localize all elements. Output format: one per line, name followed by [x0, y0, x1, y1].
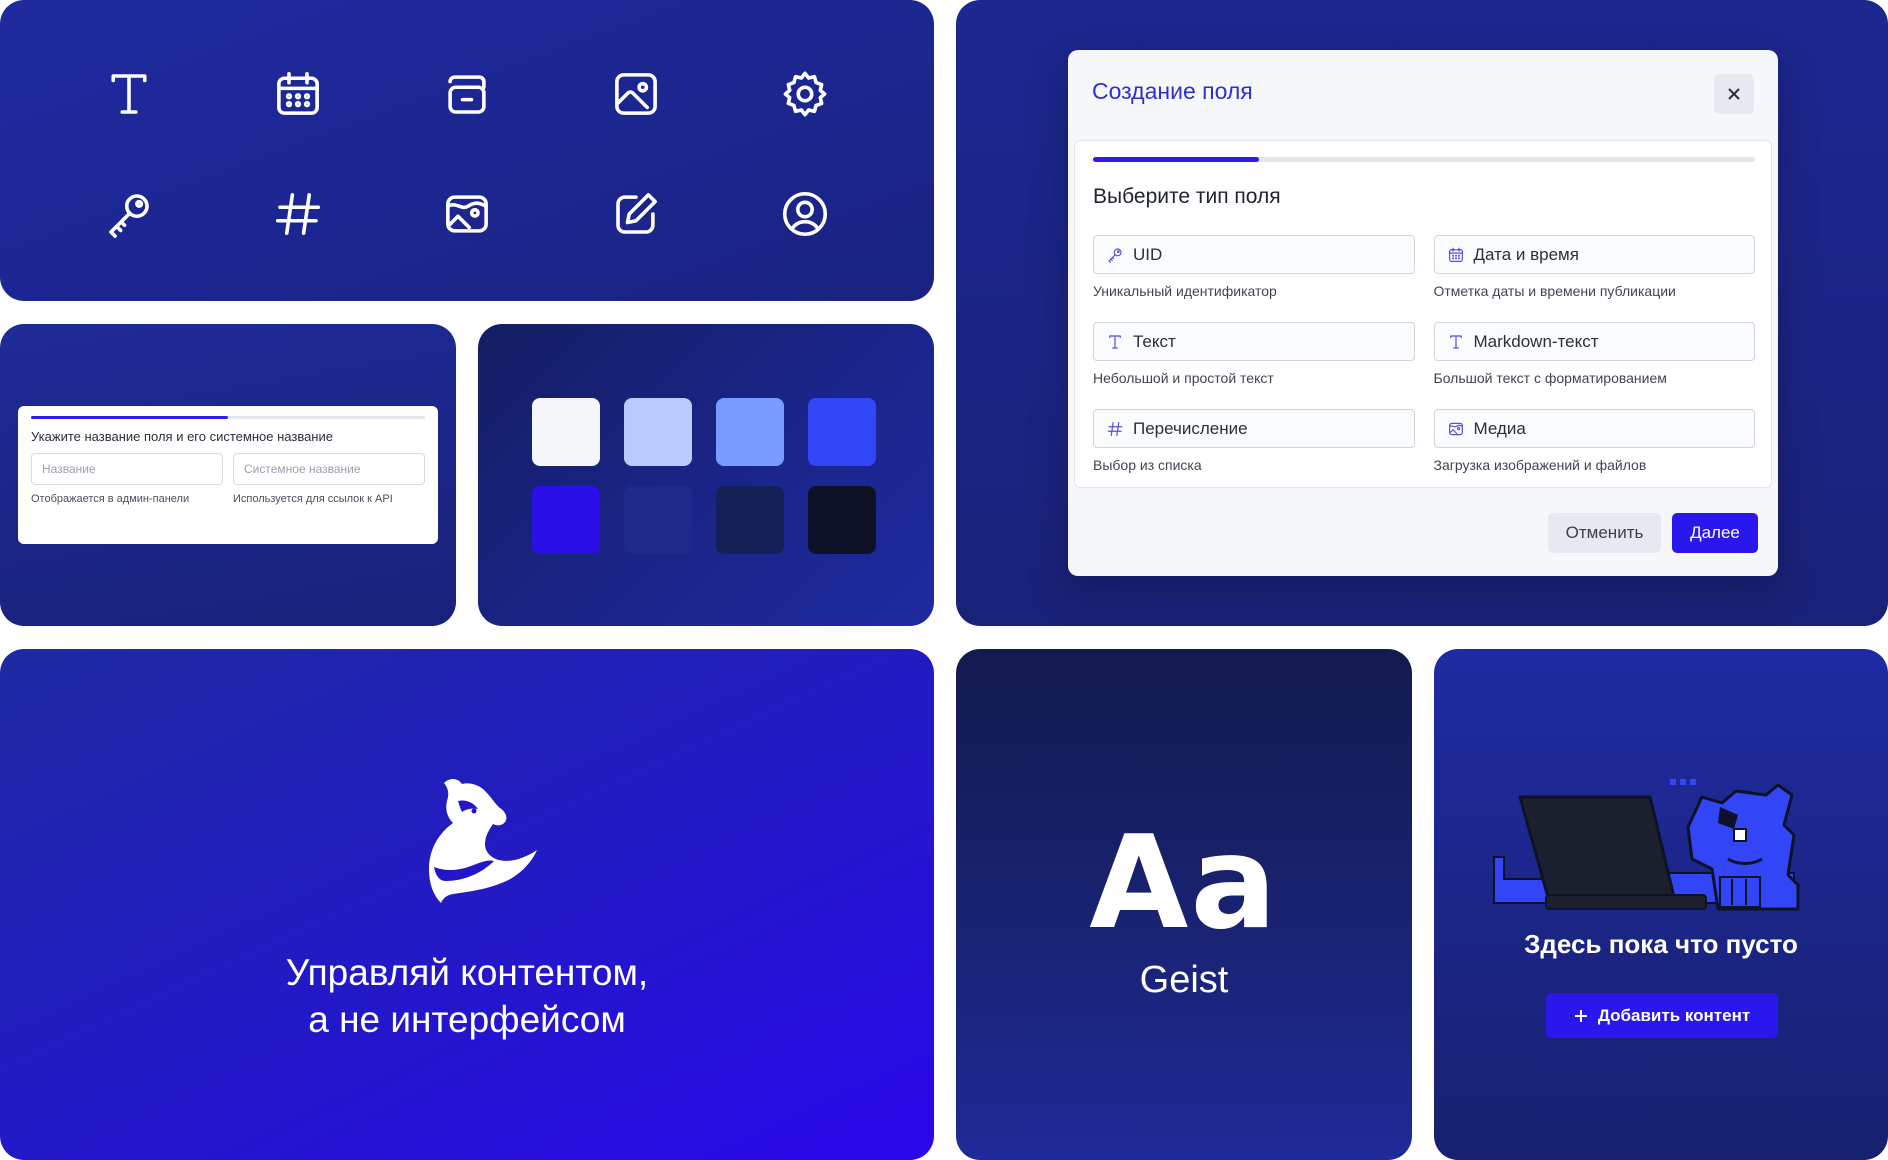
key-icon	[44, 154, 213, 274]
dialog-body: Выберите тип поля UID Уникальный идентиф…	[1074, 140, 1772, 488]
add-content-button[interactable]: Добавить контент	[1546, 993, 1778, 1038]
field-type-option[interactable]: UID	[1093, 235, 1415, 274]
color-swatch	[716, 398, 784, 466]
swatch-grid	[532, 398, 876, 554]
field-name-card: Укажите название поля и его системное на…	[0, 324, 456, 626]
color-swatch	[808, 398, 876, 466]
field-type-label: Markdown-текст	[1473, 331, 1599, 351]
field-type-label: Медиа	[1473, 418, 1526, 438]
field-type-hint: Выбор из списка	[1093, 457, 1202, 473]
icon-set-card	[0, 0, 934, 301]
text-icon	[44, 34, 213, 154]
field-type-option[interactable]: Дата и время	[1433, 235, 1755, 274]
field-type-label: Перечисление	[1133, 418, 1248, 438]
dialog-progress-fill	[1093, 157, 1259, 162]
color-swatch	[532, 486, 600, 554]
cancel-button[interactable]: Отменить	[1548, 513, 1661, 553]
text-icon	[1447, 333, 1465, 351]
field-type-datetime: Дата и время Отметка даты и времени публ…	[1433, 235, 1755, 299]
edit-icon	[552, 154, 721, 274]
calendar-icon	[213, 34, 382, 154]
field-type-grid: UID Уникальный идентификатор Дата и врем…	[1093, 235, 1755, 473]
typography-card: Aa Geist	[956, 649, 1412, 1160]
icon-grid	[44, 34, 890, 274]
text-icon	[1106, 333, 1124, 351]
field-type-hint: Уникальный идентификатор	[1093, 283, 1277, 299]
tagline-line-1: Управляй контентом,	[285, 952, 649, 993]
color-swatch	[716, 486, 784, 554]
hash-icon	[213, 154, 382, 274]
field-type-label: Текст	[1133, 331, 1176, 351]
field-name-form: Укажите название поля и его системное на…	[18, 406, 438, 544]
key-icon	[1106, 246, 1124, 264]
plus-icon	[1574, 1009, 1587, 1022]
field-type-option[interactable]: Текст	[1093, 322, 1415, 361]
name-input-hint: Отображается в админ-панели	[31, 493, 190, 505]
color-palette-card	[478, 324, 934, 626]
folder-icon	[382, 34, 551, 154]
empty-state-illustration	[1493, 779, 1800, 911]
add-content-label: Добавить контент	[1597, 1005, 1751, 1025]
image-icon	[552, 34, 721, 154]
field-type-media: Медиа Загрузка изображений и файлов	[1433, 409, 1755, 473]
field-type-markdown: Markdown-текст Большой текст с форматиро…	[1433, 322, 1755, 386]
font-sample: Aa	[1089, 809, 1279, 958]
field-type-label: Дата и время	[1473, 244, 1579, 264]
form-progress-fill	[31, 416, 228, 419]
panther-logo-icon	[429, 778, 537, 903]
close-icon	[1728, 88, 1740, 100]
tagline: Управляй контентом, а не интерфейсом	[0, 949, 934, 1043]
field-type-option[interactable]: Медиа	[1433, 409, 1755, 448]
user-circle-icon	[721, 154, 890, 274]
next-button[interactable]: Далее	[1672, 513, 1758, 553]
name-input[interactable]: Название	[31, 453, 223, 485]
dialog-progress-bar	[1093, 157, 1755, 162]
tagline-line-2: а не интерфейсом	[308, 999, 626, 1040]
field-type-hint: Небольшой и простой текст	[1093, 370, 1274, 386]
field-type-uid: UID Уникальный идентификатор	[1093, 235, 1415, 299]
field-type-hint: Отметка даты и времени публикации	[1433, 283, 1676, 299]
field-type-hint: Загрузка изображений и файлов	[1433, 457, 1647, 473]
create-field-card: Создание поля Выберите тип поля UID Уник…	[956, 0, 1888, 626]
field-type-option[interactable]: Перечисление	[1093, 409, 1415, 448]
field-type-label: UID	[1133, 244, 1163, 264]
media-icon	[1447, 420, 1465, 438]
media-icon	[382, 154, 551, 274]
empty-state-card: Здесь пока что пусто Добавить контент	[1434, 649, 1888, 1160]
field-type-hint: Большой текст с форматированием	[1433, 370, 1667, 386]
gear-icon	[721, 34, 890, 154]
color-swatch	[624, 398, 692, 466]
color-swatch	[808, 486, 876, 554]
system-name-input[interactable]: Системное название	[233, 453, 425, 485]
field-type-text: Текст Небольшой и простой текст	[1093, 322, 1415, 386]
form-progress-bar	[31, 416, 425, 419]
color-swatch	[532, 398, 600, 466]
hash-icon	[1106, 420, 1124, 438]
font-name: Geist	[1139, 959, 1229, 1001]
system-name-input-hint: Используется для ссылок к API	[233, 493, 393, 505]
create-field-dialog: Создание поля Выберите тип поля UID Уник…	[1068, 50, 1778, 576]
brand-card: Управляй контентом, а не интерфейсом	[0, 649, 934, 1160]
dialog-title: Создание поля	[1092, 78, 1253, 104]
field-type-option[interactable]: Markdown-текст	[1433, 322, 1755, 361]
field-type-heading: Выберите тип поля	[1093, 185, 1281, 208]
calendar-icon	[1447, 246, 1465, 264]
color-swatch	[624, 486, 692, 554]
field-type-enum: Перечисление Выбор из списка	[1093, 409, 1415, 473]
close-button[interactable]	[1714, 74, 1754, 114]
empty-state-title: Здесь пока что пусто	[1524, 929, 1798, 959]
form-title: Укажите название поля и его системное на…	[31, 429, 333, 444]
